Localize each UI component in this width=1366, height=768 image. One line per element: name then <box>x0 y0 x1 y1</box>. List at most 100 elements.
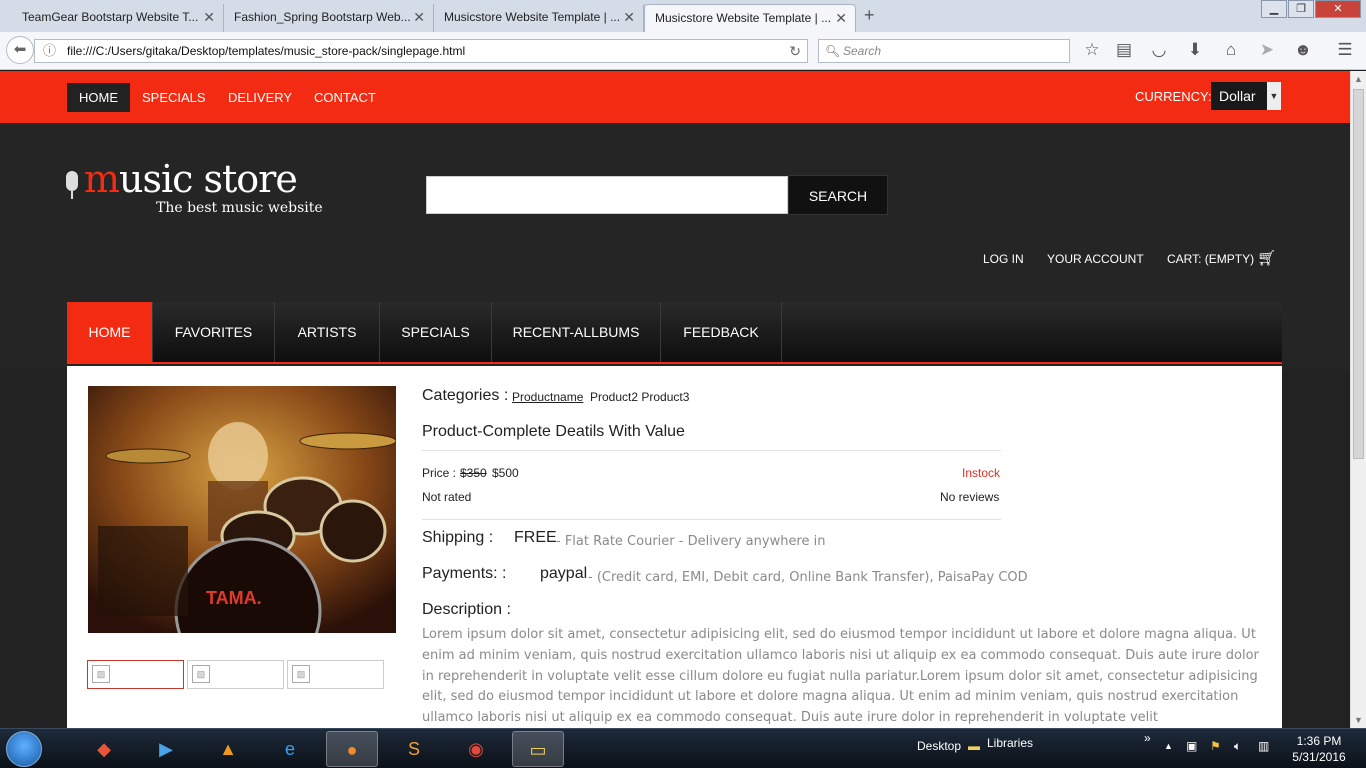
pocket-icon[interactable]: ◡ <box>1148 40 1170 60</box>
download-icon[interactable]: ⬇ <box>1184 40 1206 60</box>
address-bar[interactable]: ⓘ file:///C:/Users/gitaka/Desktop/templa… <box>34 39 808 63</box>
browser-tab-4[interactable]: Musicstore Website Template | ... ✕ <box>644 4 856 32</box>
search-button[interactable]: SEARCH <box>788 175 888 215</box>
cart-icon[interactable]: 🛒︎ <box>1257 249 1276 267</box>
libraries-toolbar[interactable]: Libraries <box>987 736 1033 750</box>
back-button[interactable]: ⬅ <box>6 36 34 64</box>
main-navigation: HOME FAVORITES ARTISTS SPECIALS RECENT-A… <box>67 302 1282 364</box>
product-thumbnail[interactable]: ▧ <box>87 660 184 689</box>
tab-bar: TeamGear Bootstarp Website T... ✕ Fashion… <box>0 0 1366 32</box>
close-tab-icon[interactable]: ✕ <box>835 5 847 31</box>
vlc-icon[interactable]: ▲ <box>202 731 254 767</box>
chevron-down-icon: ▼ <box>1267 82 1281 110</box>
divider <box>422 450 1001 451</box>
search-placeholder: Search <box>843 44 882 58</box>
browser-search-input[interactable]: 🔍︎ Search <box>818 39 1070 63</box>
desktop-toolbar[interactable]: Desktop <box>917 739 961 753</box>
volume-icon[interactable]: 🔈︎ <box>1234 739 1241 754</box>
product-thumbnail[interactable]: ▧ <box>187 660 284 689</box>
scroll-up-icon[interactable]: ▲ <box>1354 74 1363 84</box>
new-price: $500 <box>492 466 519 480</box>
mainnav-recent-albums[interactable]: RECENT-ALLBUMS <box>492 302 661 362</box>
close-tab-icon[interactable]: ✕ <box>203 4 215 30</box>
start-button[interactable] <box>6 731 42 767</box>
share-icon[interactable]: ➤ <box>1256 40 1278 60</box>
mainnav-feedback[interactable]: FEEDBACK <box>661 302 782 362</box>
clock-time: 1:36 PM <box>1296 734 1342 748</box>
page-scrollbar[interactable]: ▲ ▼ <box>1350 71 1366 728</box>
menu-icon[interactable]: ☰ <box>1334 40 1356 60</box>
shipping-value: FREE <box>514 529 557 546</box>
logo-prefix: m <box>84 157 120 201</box>
file-explorer-icon[interactable]: ▭ <box>512 731 564 767</box>
browser-tab-3[interactable]: Musicstore Website Template | ... ✕ <box>434 4 644 32</box>
mainnav-favorites[interactable]: FAVORITES <box>153 302 275 362</box>
scroll-down-icon[interactable]: ▼ <box>1354 715 1363 725</box>
close-tab-icon[interactable]: ✕ <box>413 4 425 30</box>
web-page: HOME SPECIALS DELIVERY CONTACT CURRENCY:… <box>0 71 1350 728</box>
firefox-icon[interactable]: ● <box>326 731 378 767</box>
product-thumbnail[interactable]: ▧ <box>287 660 384 689</box>
categories-label: Categories : <box>422 387 509 404</box>
internet-explorer-icon[interactable]: e <box>264 731 316 767</box>
category-others: Product2 Product3 <box>590 390 690 404</box>
device-icon[interactable]: ▣ <box>1186 739 1197 753</box>
network-icon[interactable]: ▥ <box>1258 739 1269 753</box>
browser-tab-2[interactable]: Fashion_Spring Bootstarp Web... ✕ <box>224 4 434 32</box>
logo-tagline: The best music website <box>156 200 323 216</box>
drum-brand-text: TAMA. <box>206 588 262 608</box>
home-icon[interactable]: ⌂ <box>1220 40 1242 60</box>
sublime-text-icon[interactable]: S <box>388 731 440 767</box>
shipping-description: - Flat Rate Courier - Delivery anywhere … <box>556 534 826 549</box>
windows-taskbar: ◆ ▶ ▲ e ● S ◉ ▭ Desktop ▬ Libraries » ▲ … <box>0 728 1366 768</box>
search-icon: 🔍︎ <box>825 44 841 58</box>
logo-rest: usic store <box>119 157 298 201</box>
old-price: $350 <box>460 466 487 480</box>
mainnav-artists[interactable]: ARTISTS <box>275 302 380 362</box>
payments-description: - (Credit card, EMI, Debit card, Online … <box>588 570 1028 585</box>
topnav-delivery[interactable]: DELIVERY <box>216 83 304 112</box>
reading-list-icon[interactable]: ▤ <box>1113 40 1135 60</box>
logo-text: music store <box>84 157 298 201</box>
topnav-contact[interactable]: CONTACT <box>302 83 388 112</box>
image-placeholder-icon: ▧ <box>192 665 210 683</box>
clock-date: 5/31/2016 <box>1292 750 1346 764</box>
action-center-icon[interactable]: ⚑ <box>1210 739 1221 753</box>
new-tab-button[interactable]: + <box>864 5 875 26</box>
currency-value: Dollar <box>1219 88 1256 104</box>
hello-icon[interactable]: ☻ <box>1292 40 1314 60</box>
media-player-icon[interactable]: ▶ <box>140 731 192 767</box>
cart-link[interactable]: CART: (EMPTY) <box>1167 252 1254 266</box>
git-icon[interactable]: ◆ <box>78 731 130 767</box>
reload-icon[interactable]: ↻ <box>789 40 801 62</box>
reviews: No reviews <box>940 490 1000 504</box>
close-tab-icon[interactable]: ✕ <box>623 4 635 30</box>
tab-title: Musicstore Website Template | ... <box>444 10 621 24</box>
category-link[interactable]: Productname <box>512 390 583 404</box>
show-hidden-icons-icon[interactable]: ▲ <box>1164 741 1173 751</box>
currency-label: CURRENCY: <box>1135 89 1212 104</box>
system-clock[interactable]: 1:36 PM 5/31/2016 <box>1288 733 1350 765</box>
divider <box>422 519 1001 520</box>
currency-select[interactable]: Dollar ▼ <box>1211 82 1281 110</box>
site-search-input[interactable] <box>426 176 788 214</box>
your-account-link[interactable]: YOUR ACCOUNT <box>1047 252 1144 266</box>
info-icon[interactable]: ⓘ <box>43 40 56 62</box>
expand-toolbar-icon[interactable]: » <box>1144 731 1151 745</box>
scrollbar-thumb[interactable] <box>1353 89 1364 459</box>
topnav-specials[interactable]: SPECIALS <box>130 83 218 112</box>
mainnav-specials[interactable]: SPECIALS <box>380 302 492 362</box>
minimize-button[interactable]: ▁ <box>1261 0 1287 18</box>
browser-tab-1[interactable]: TeamGear Bootstarp Website T... ✕ <box>12 4 224 32</box>
login-link[interactable]: LOG IN <box>983 252 1024 266</box>
maximize-button[interactable]: ❐ <box>1288 0 1314 18</box>
shipping-label: Shipping : <box>422 529 494 546</box>
chrome-icon[interactable]: ◉ <box>450 731 502 767</box>
bookmark-star-icon[interactable]: ☆ <box>1081 40 1103 60</box>
tab-title: TeamGear Bootstarp Website T... <box>22 10 199 24</box>
mainnav-home[interactable]: HOME <box>67 302 153 362</box>
topnav-home[interactable]: HOME <box>67 83 130 112</box>
window-close-button[interactable]: ✕ <box>1315 0 1361 18</box>
image-placeholder-icon: ▧ <box>292 665 310 683</box>
drummer-photo: TAMA. <box>88 386 396 633</box>
